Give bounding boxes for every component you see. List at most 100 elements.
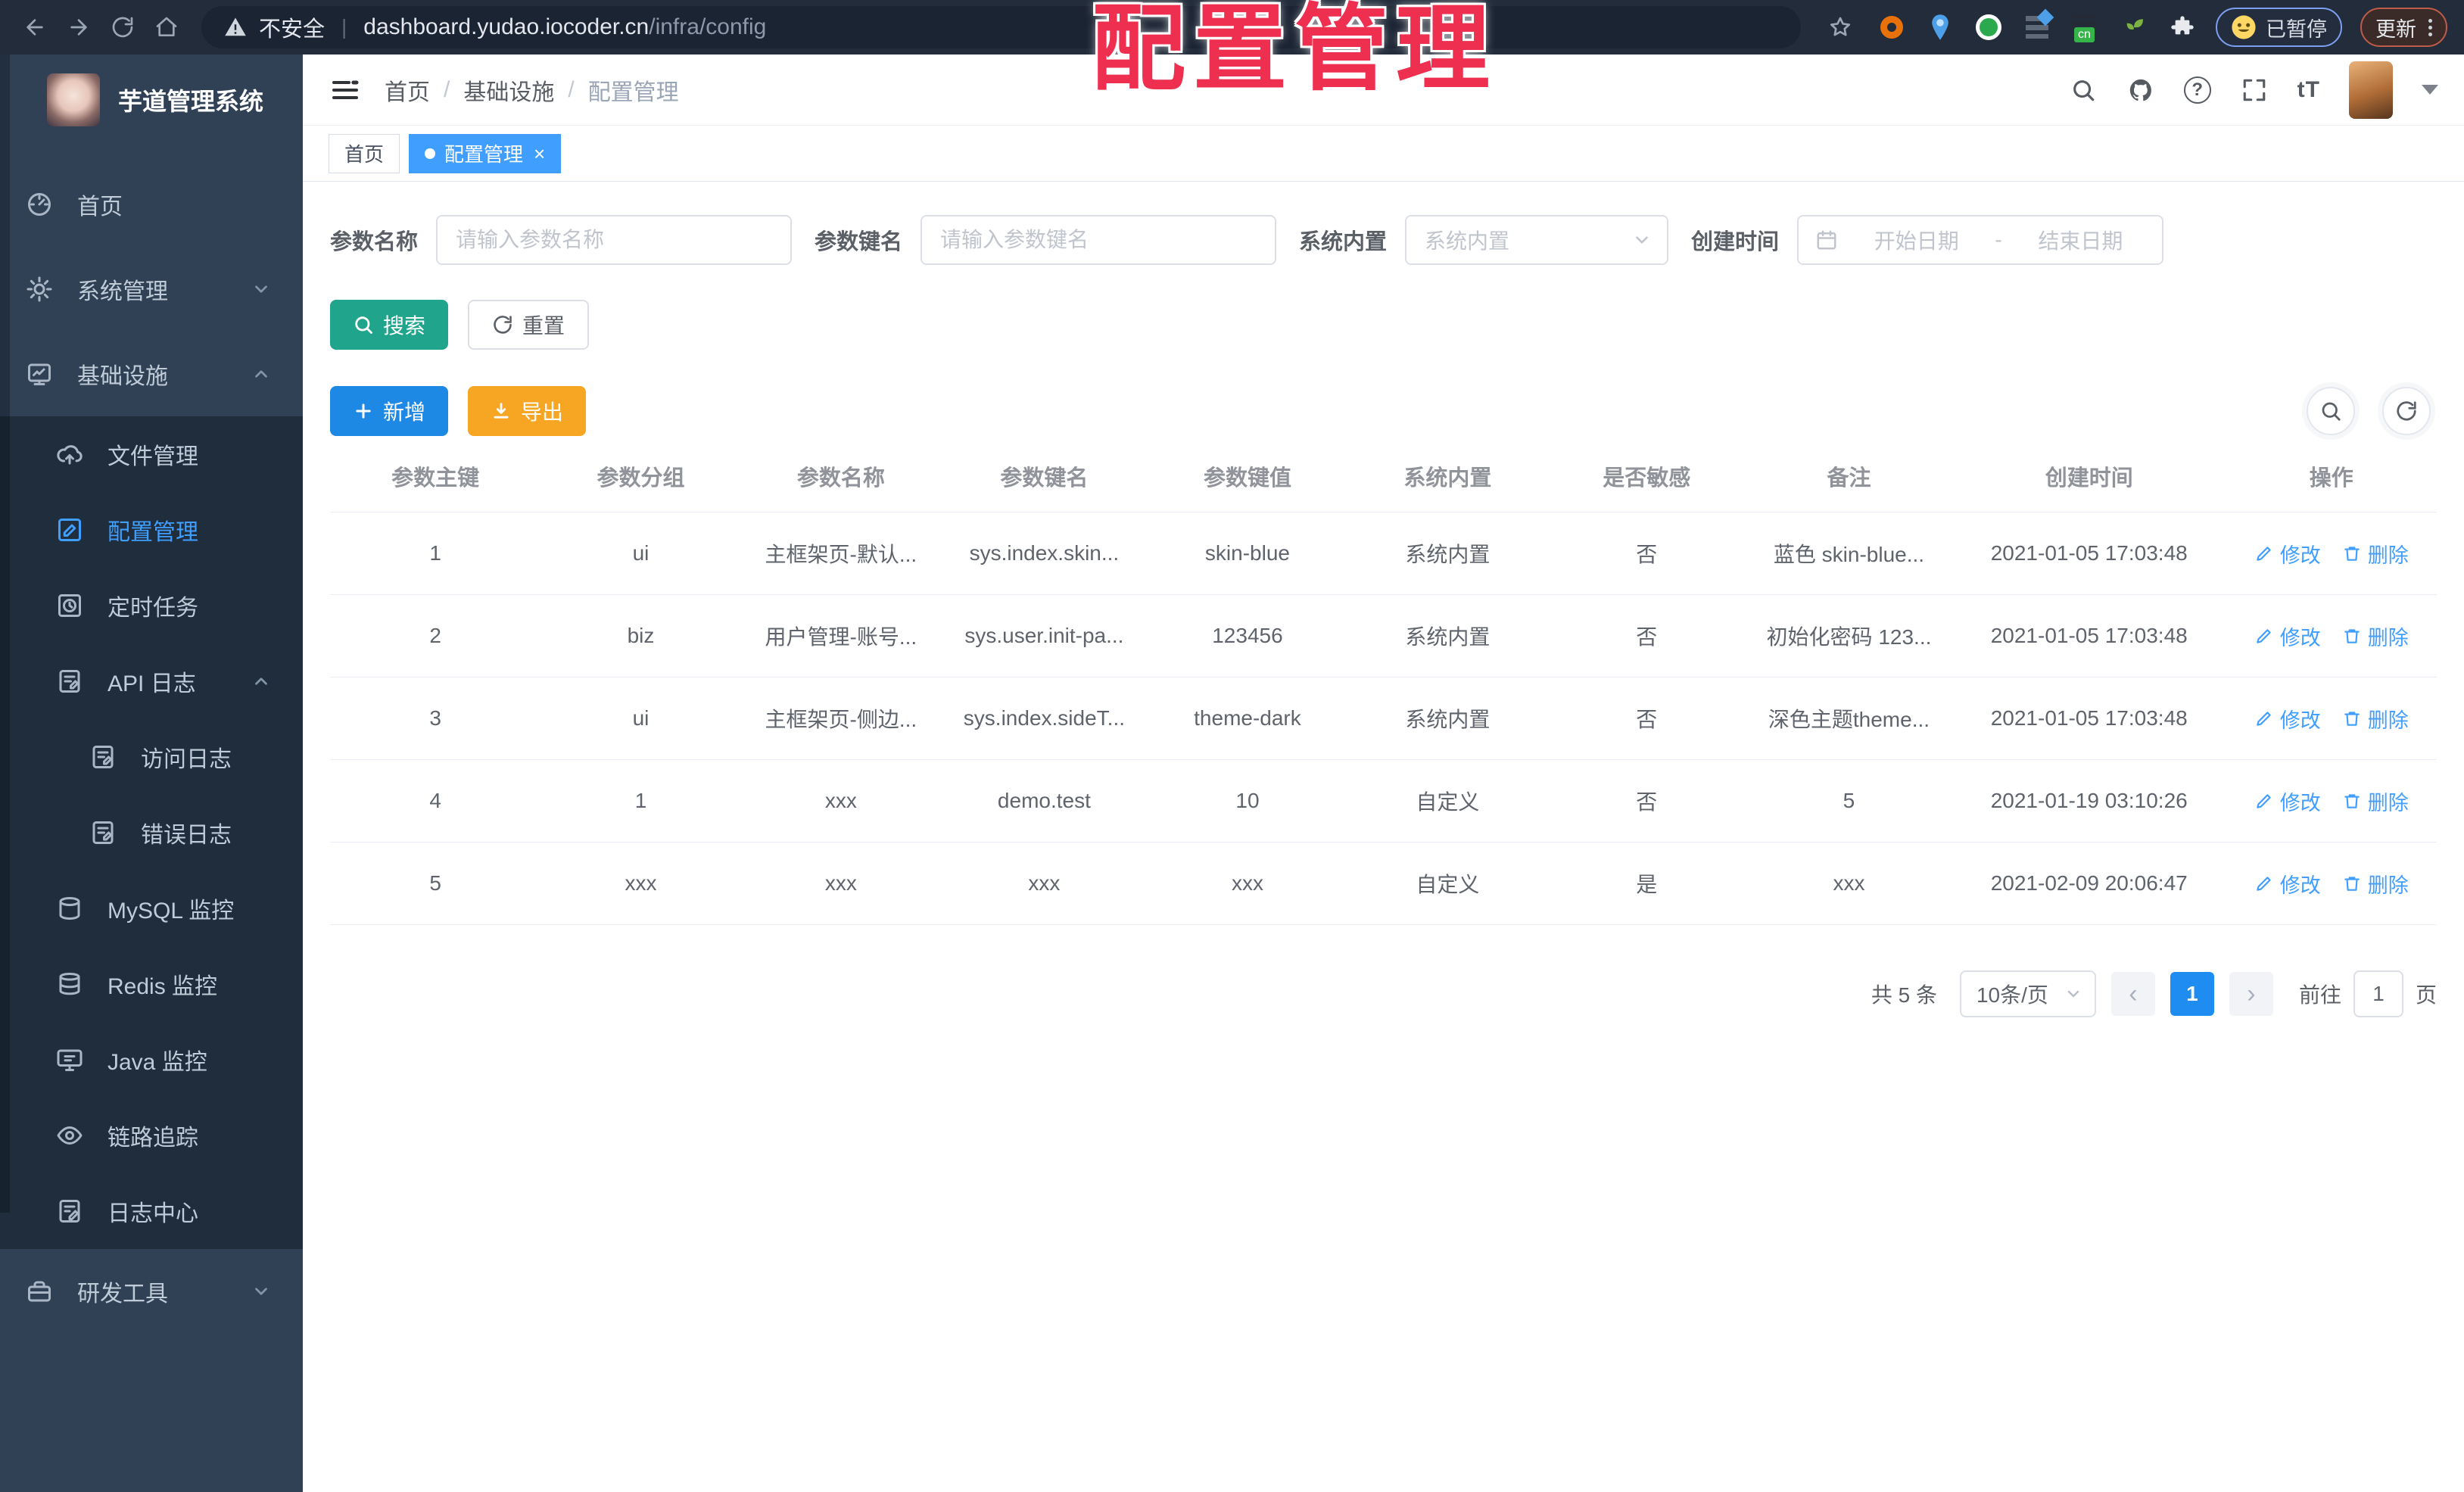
goto-unit: 页 bbox=[2415, 983, 2437, 1007]
sidebar-item-config[interactable]: 配置管理 bbox=[0, 492, 303, 568]
sidebar-item-label: 文件管理 bbox=[107, 444, 198, 469]
star-icon bbox=[1830, 17, 1851, 36]
sidebar-logo-row[interactable]: 芋道管理系统 bbox=[0, 55, 303, 145]
github-link-button[interactable] bbox=[2126, 76, 2155, 104]
tab-close-icon[interactable]: × bbox=[534, 144, 545, 164]
date-start-placeholder: 开始日期 bbox=[1874, 229, 1959, 253]
extension-puzzle-icon[interactable] bbox=[2167, 12, 2198, 42]
edit-link[interactable]: 修改 bbox=[2254, 704, 2321, 734]
cell-name: 主框架页-默认... bbox=[740, 512, 942, 595]
edit-link[interactable]: 修改 bbox=[2254, 786, 2321, 816]
search-icon bbox=[2073, 79, 2094, 101]
extension-cn-translate-icon[interactable]: cn bbox=[2070, 12, 2101, 42]
param-name-input[interactable] bbox=[436, 215, 793, 265]
delete-link[interactable]: 删除 bbox=[2342, 539, 2409, 568]
user-avatar[interactable] bbox=[2349, 61, 2393, 119]
sidebar-item-redis[interactable]: Redis 监控 bbox=[0, 946, 303, 1022]
header-search-button[interactable] bbox=[2069, 76, 2098, 104]
extension-sprout-icon[interactable] bbox=[2119, 12, 2149, 42]
edit-link[interactable]: 修改 bbox=[2254, 621, 2321, 651]
cell-value: 10 bbox=[1147, 759, 1348, 843]
browser-menu-kebab-icon[interactable] bbox=[2428, 18, 2432, 36]
extension-green-circle-icon[interactable] bbox=[1973, 12, 2004, 42]
browser-forward-button[interactable] bbox=[61, 9, 97, 45]
puzzle-icon bbox=[2171, 16, 2194, 35]
sidebar-item-infra[interactable]: 基础设施 bbox=[0, 332, 303, 416]
builtin-select[interactable]: 系统内置 bbox=[1405, 215, 1669, 265]
add-button[interactable]: 新增 bbox=[330, 386, 449, 436]
filter-label: 参数键名 bbox=[815, 230, 903, 254]
sidebar-item-api-log[interactable]: API 日志 bbox=[0, 643, 303, 719]
leaf-icon bbox=[2126, 19, 2143, 38]
browser-refresh-button[interactable] bbox=[104, 9, 141, 45]
sidebar-item-mysql[interactable]: MySQL 监控 bbox=[0, 871, 303, 946]
search-button[interactable]: 搜索 bbox=[330, 300, 449, 350]
reset-button[interactable]: 重置 bbox=[468, 300, 590, 350]
config-table: 参数主键 参数分组 参数名称 参数键名 参数键值 系统内置 是否敏感 备注 创建… bbox=[330, 442, 2437, 925]
bookmark-star-button[interactable] bbox=[1822, 9, 1858, 45]
page-size-value: 10条/页 bbox=[1976, 983, 2048, 1007]
current-page-button[interactable]: 1 bbox=[2170, 972, 2214, 1016]
col-created: 创建时间 bbox=[2045, 466, 2133, 491]
sidebar-item-dev-tools[interactable]: 研发工具 bbox=[0, 1249, 303, 1334]
sidebar-item-log-center[interactable]: 日志中心 bbox=[0, 1173, 303, 1249]
browser-back-button[interactable] bbox=[17, 9, 53, 45]
sidebar-item-error-log[interactable]: 错误日志 bbox=[0, 795, 303, 871]
table-action-buttons: 新增 导出 bbox=[330, 386, 587, 436]
table-row: 3 ui 主框架页-侧边... sys.index.sideT... theme… bbox=[330, 677, 2437, 760]
edit-pencil-icon bbox=[2257, 547, 2271, 561]
cell-remark: 蓝色 skin-blue... bbox=[1746, 512, 1952, 595]
edit-link[interactable]: 修改 bbox=[2254, 539, 2321, 568]
page-size-select[interactable]: 10条/页 bbox=[1959, 970, 2096, 1017]
breadcrumb-infra[interactable]: 基础设施 bbox=[463, 73, 554, 107]
tab-home[interactable]: 首页 bbox=[329, 133, 400, 173]
paused-extension-badge[interactable]: 已暂停 bbox=[2216, 8, 2342, 47]
sidebar-item-java[interactable]: Java 监控 bbox=[0, 1022, 303, 1098]
browser-update-button[interactable]: 更新 bbox=[2360, 8, 2447, 47]
refresh-table-button[interactable] bbox=[2382, 387, 2431, 435]
delete-link[interactable]: 删除 bbox=[2342, 704, 2409, 734]
extension-grid-icon[interactable] bbox=[2022, 8, 2054, 42]
chevron-down-icon bbox=[1636, 236, 1648, 244]
delete-link[interactable]: 删除 bbox=[2342, 621, 2409, 651]
delete-link[interactable]: 删除 bbox=[2342, 786, 2409, 816]
calendar-icon bbox=[1817, 230, 1836, 250]
cloud-upload-icon bbox=[57, 445, 83, 465]
cell-id: 4 bbox=[330, 759, 541, 843]
sidebar-collapse-button[interactable] bbox=[329, 73, 362, 107]
help-button[interactable]: ? bbox=[2183, 76, 2211, 104]
cell-id: 2 bbox=[330, 594, 541, 677]
extension-orange-donut-icon[interactable] bbox=[1877, 12, 1907, 42]
sidebar-item-file[interactable]: 文件管理 bbox=[0, 416, 303, 492]
browser-home-button[interactable] bbox=[148, 9, 185, 45]
sidebar-item-tracing[interactable]: 链路追踪 bbox=[0, 1098, 303, 1173]
sidebar-item-system[interactable]: 系统管理 bbox=[0, 247, 303, 332]
sidebar-item-home[interactable]: 首页 bbox=[0, 162, 303, 247]
export-button[interactable]: 导出 bbox=[468, 386, 587, 436]
edit-pencil-icon bbox=[2257, 712, 2271, 726]
edit-pencil-icon bbox=[2257, 629, 2271, 643]
toggle-search-button[interactable] bbox=[2307, 387, 2355, 435]
prev-page-button[interactable]: ‹ bbox=[2110, 972, 2155, 1016]
goto-page-input[interactable] bbox=[2353, 970, 2403, 1017]
pagination-goto: 前往 页 bbox=[2299, 970, 2437, 1017]
search-button-label: 搜索 bbox=[383, 314, 426, 338]
sidebar-item-job[interactable]: 定时任务 bbox=[0, 568, 303, 643]
next-page-button[interactable]: › bbox=[2229, 972, 2273, 1016]
date-range-picker[interactable]: 开始日期 - 结束日期 bbox=[1797, 215, 2164, 265]
add-button-label: 新增 bbox=[383, 400, 426, 424]
extension-blue-pin-icon[interactable] bbox=[1925, 12, 1955, 42]
font-size-button[interactable]: tT bbox=[2297, 77, 2320, 103]
edit-link[interactable]: 修改 bbox=[2254, 869, 2321, 899]
address-bar[interactable]: 不安全 | dashboard.yudao.iocoder.cn/infra/c… bbox=[201, 6, 1801, 48]
breadcrumb-home[interactable]: 首页 bbox=[385, 73, 430, 107]
tab-config[interactable]: 配置管理 × bbox=[409, 133, 562, 173]
delete-link[interactable]: 删除 bbox=[2342, 869, 2409, 899]
trash-icon bbox=[2344, 712, 2360, 726]
sidebar-item-access-log[interactable]: 访问日志 bbox=[0, 719, 303, 795]
eye-icon bbox=[57, 1126, 83, 1145]
param-key-input[interactable] bbox=[920, 215, 1277, 265]
cell-key: demo.test bbox=[941, 759, 1148, 843]
user-menu-caret-icon[interactable] bbox=[2422, 85, 2438, 95]
fullscreen-button[interactable] bbox=[2240, 76, 2269, 104]
